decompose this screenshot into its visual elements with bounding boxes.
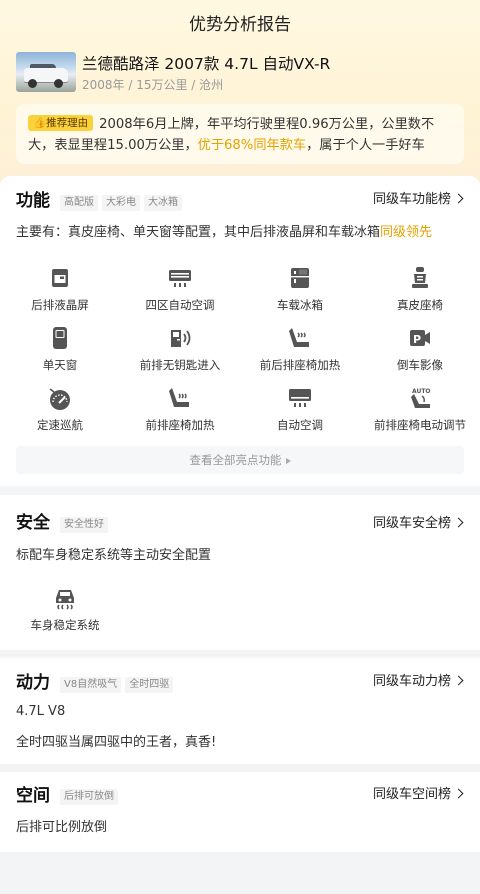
space-desc: 后排可比例放倒	[16, 820, 108, 835]
power-rank-link[interactable]: 同级车动力榜	[373, 670, 464, 689]
thumb-up-icon: 👍	[33, 117, 47, 129]
features-chips: 高配版 大彩电 大冰箱	[56, 190, 182, 211]
feature-chip: 大冰箱	[144, 195, 182, 211]
safety-rank-link[interactable]: 同级车安全榜	[373, 512, 464, 531]
leather-seat-icon	[408, 266, 432, 290]
fridge-icon	[288, 266, 312, 290]
chevron-right-icon	[453, 517, 464, 528]
power-card: 动力 V8自然吸气 全时四驱 同级车动力榜 4.7L V8 全时四驱当属四驱中的王…	[0, 658, 480, 764]
car-meta: 2008年 / 15万公里 / 沧州	[82, 78, 224, 92]
chevron-right-icon	[453, 675, 464, 686]
reverse-camera-icon: P	[408, 326, 432, 350]
power-seat-icon: AUTO	[408, 386, 432, 410]
power-chip: 全时四驱	[125, 677, 174, 693]
power-desc: 全时四驱当属四驱中的王者，真香!	[16, 735, 217, 750]
seat-heat-icon	[168, 386, 192, 410]
auto-ac-icon	[288, 386, 312, 410]
cruise-icon	[48, 386, 72, 410]
space-chip: 后排可放倒	[60, 789, 118, 805]
space-rank-link[interactable]: 同级车空间榜	[373, 783, 464, 802]
features-title: 功能	[16, 191, 50, 211]
power-chip: V8自然吸气	[60, 677, 122, 693]
chevron-right-icon	[453, 788, 464, 799]
power-chips: V8自然吸气 全时四驱	[56, 672, 174, 693]
power-title: 动力	[16, 673, 50, 693]
svg-text:P: P	[413, 333, 421, 346]
safety-chip: 安全性好	[60, 517, 108, 533]
reason-highlight: 优于68%同年款车	[197, 138, 307, 153]
feature-chip: 大彩电	[102, 195, 140, 211]
rear-screen-icon	[48, 266, 72, 290]
seat-heat-icon	[288, 326, 312, 350]
chevron-right-icon	[453, 193, 464, 204]
power-engine: 4.7L V8	[16, 704, 66, 719]
space-chips: 后排可放倒	[56, 784, 118, 805]
features-rank-link[interactable]: 同级车功能榜	[373, 188, 464, 207]
svg-text:AUTO: AUTO	[412, 388, 431, 395]
recommend-tag: 👍推荐理由	[28, 115, 94, 131]
car-name: 兰德酷路泽 2007款 4.7L 自动VX-R	[82, 55, 331, 73]
view-all-features-button[interactable]: 查看全部亮点功能	[16, 446, 464, 474]
space-card: 空间 后排可放倒 同级车空间榜 后排可比例放倒	[0, 772, 480, 852]
triangle-right-icon	[285, 458, 291, 464]
car-thumbnail	[16, 52, 76, 92]
recommend-reason: 👍推荐理由 2008年6月上牌，年平均行驶里程0.96万公里，公里数不大，表显里程…	[16, 104, 464, 164]
safety-card: 安全 安全性好 同级车安全榜 标配车身稳定系统等主动安全配置 车身稳定系统	[0, 495, 480, 650]
safety-title: 安全	[16, 513, 50, 533]
feature-chip: 高配版	[60, 195, 98, 211]
features-desc: 主要有：真皮座椅、单天窗等配置，其中后排液晶屏和车载冰箱同级领先	[16, 225, 433, 240]
car-summary[interactable]: 兰德酷路泽 2007款 4.7L 自动VX-R 2008年 / 15万公里 / …	[16, 52, 464, 96]
features-card: 功能 高配版 大彩电 大冰箱 同级车功能榜 主要有：真皮座椅、单天窗等配置，其中后排…	[0, 176, 480, 486]
keyless-entry-icon	[168, 326, 192, 350]
sunroof-icon	[48, 326, 72, 350]
reason-text-end: ，属于个人一手好车	[306, 138, 425, 153]
esp-icon	[53, 586, 77, 610]
space-title: 空间	[16, 786, 50, 806]
ac-icon	[168, 266, 192, 290]
safety-desc: 标配车身稳定系统等主动安全配置	[16, 548, 212, 563]
safety-chips: 安全性好	[56, 512, 108, 533]
page-title: 优势分析报告	[189, 15, 291, 35]
